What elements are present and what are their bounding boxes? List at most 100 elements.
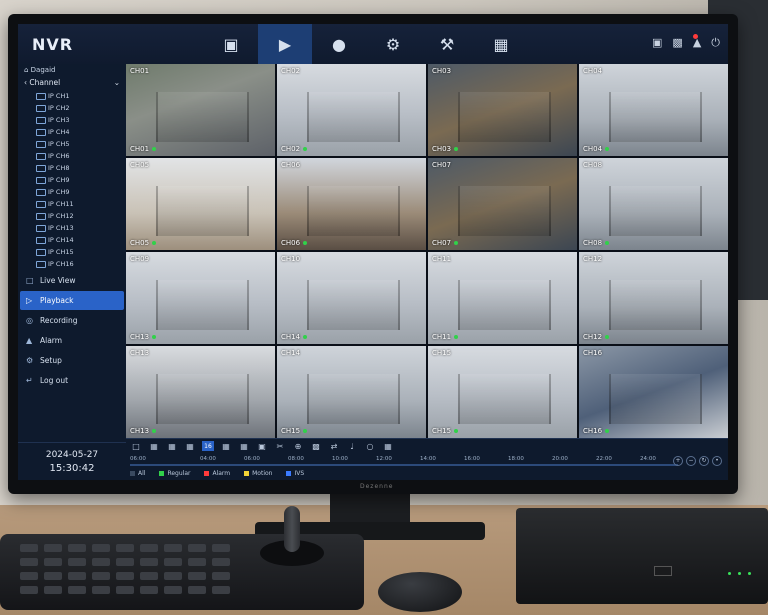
channel-list: IP CH1 IP CH2 IP CH3 IP CH4 IP CH5 IP CH6 IP C… (18, 90, 126, 270)
backup-icon[interactable]: ▩ (310, 441, 322, 451)
channel-label: CH15 (432, 427, 452, 435)
channel-item[interactable]: IP CH5 (18, 138, 126, 150)
camera-tile[interactable]: CH16 CH16 (579, 346, 728, 438)
camera-tile[interactable]: CH08 CH08 (579, 158, 728, 250)
channel-header[interactable]: ‹ Channel ⌄ (18, 76, 126, 90)
screenshot-icon[interactable]: □ (130, 441, 142, 451)
zoom-in-icon[interactable]: + (673, 456, 683, 466)
grid-icon[interactable]: ▦ (238, 441, 250, 451)
camera-tile[interactable]: CH02 CH02 (277, 64, 426, 156)
timeline-track[interactable] (130, 464, 678, 466)
camera-tile[interactable]: CH13 CH13 (126, 346, 275, 438)
snapshot-icon[interactable]: ▩ (672, 36, 682, 50)
legend-item[interactable]: All (130, 470, 145, 477)
channel-name-top: CH06 (281, 161, 301, 169)
camera-tile[interactable]: CH07 CH07 (428, 158, 577, 250)
channel-label: IP CH6 (48, 152, 70, 160)
camera-tile[interactable]: CH15 CH15 (428, 346, 577, 438)
camera-tile[interactable]: CH14 CH15 (277, 346, 426, 438)
channel-item[interactable]: IP CH15 (18, 246, 126, 258)
menu-item-recording[interactable]: ◎ Recording (20, 311, 124, 330)
channel-item[interactable]: IP CH2 (18, 102, 126, 114)
camera-tile[interactable]: CH03 CH03 (428, 64, 577, 156)
layout-16-button[interactable]: 16 (202, 441, 214, 451)
channel-item[interactable]: IP CH11 (18, 198, 126, 210)
channel-item[interactable]: IP CH12 (18, 210, 126, 222)
camera-feed (306, 279, 401, 331)
channel-item[interactable]: IP CH9 (18, 174, 126, 186)
menu-item-live-view[interactable]: □ Live View (20, 271, 124, 290)
gear-icon[interactable]: ⚙ (366, 24, 420, 64)
camera-icon (36, 141, 46, 148)
camera-tile[interactable]: CH09 CH13 (126, 252, 275, 344)
timeline-tick-label: 22:00 (596, 456, 612, 462)
channel-label: IP CH8 (48, 164, 70, 172)
bell-icon[interactable]: ▲ (693, 34, 701, 50)
channel-item[interactable]: IP CH6 (18, 150, 126, 162)
playback-icon[interactable]: ▶ (258, 24, 312, 66)
camera-tile[interactable]: CH10 CH14 (277, 252, 426, 344)
channel-item[interactable]: IP CH9 (18, 186, 126, 198)
fisheye-icon[interactable]: ○ (364, 441, 376, 451)
layout-4-icon[interactable]: ▦ (166, 441, 178, 451)
camera-tile[interactable]: CH06 CH06 (277, 158, 426, 250)
online-status-dot (605, 429, 610, 433)
channel-name-top: CH08 (583, 161, 603, 169)
keyboard-key (140, 572, 158, 580)
sidebar-top-item[interactable]: ⌂ Dagaid (18, 64, 126, 76)
channel-name-bottom: CH01 (130, 145, 157, 153)
camera-tile[interactable]: CH11 CH11 (428, 252, 577, 344)
camera-icon[interactable]: ▣ (204, 24, 258, 64)
menu-item-playback[interactable]: ▷ Playback (20, 291, 124, 310)
timeline-tick-label: 10:00 (332, 456, 348, 462)
legend-item[interactable]: Alarm (204, 470, 230, 477)
channel-item[interactable]: IP CH4 (18, 126, 126, 138)
legend-swatch (130, 471, 135, 476)
camera-icon (36, 201, 46, 208)
refresh-icon[interactable]: ↻ (699, 456, 709, 466)
channel-item[interactable]: IP CH13 (18, 222, 126, 234)
menu-item-log-out[interactable]: ↵ Log out (20, 371, 124, 390)
audio-icon[interactable]: ♩ (346, 441, 358, 451)
tag-icon[interactable]: ▦ (382, 441, 394, 451)
channel-item[interactable]: IP CH3 (18, 114, 126, 126)
settings-icon[interactable]: • (712, 456, 722, 466)
channel-item[interactable]: IP CH14 (18, 234, 126, 246)
timeline-tick-label: 06:00 (244, 456, 260, 462)
record-icon[interactable]: ● (312, 24, 366, 64)
legend-item[interactable]: IVS (286, 470, 304, 477)
legend-item[interactable]: Regular (159, 470, 190, 477)
channel-item[interactable]: IP CH8 (18, 162, 126, 174)
sync-icon[interactable]: ⇄ (328, 441, 340, 451)
channel-item[interactable]: IP CH16 (18, 258, 126, 270)
grid-icon[interactable]: ▦ (474, 24, 528, 64)
zoom-out-icon[interactable]: − (686, 456, 696, 466)
camera-feed (155, 279, 250, 331)
zoom-icon[interactable]: ⊕ (292, 441, 304, 451)
layout-9-icon[interactable]: ▦ (184, 441, 196, 451)
camera-tile[interactable]: CH05 CH05 (126, 158, 275, 250)
keyboard-key (20, 544, 38, 552)
camera-icon[interactable]: ▣ (256, 441, 268, 451)
power-icon[interactable]: ⏻ (711, 36, 720, 50)
keyboard-key (116, 586, 134, 594)
timeline-tools: □ ▦ ▦ ▦ 16 ▦ ▦ ▣ ✂ ⊕ ▩ ⇄ ♩ ○ ▦ (130, 441, 394, 451)
camera-tile[interactable]: CH12 CH12 (579, 252, 728, 344)
tools-icon[interactable]: ⚒ (420, 24, 474, 64)
keyboard-key (212, 586, 230, 594)
channel-item[interactable]: IP CH1 (18, 90, 126, 102)
menu-item-alarm[interactable]: ▲ Alarm (20, 331, 124, 350)
channel-label: CH12 (583, 333, 603, 341)
menu-item-setup[interactable]: ⚙ Setup (20, 351, 124, 370)
layout-1-icon[interactable]: ▦ (148, 441, 160, 451)
camera-tile[interactable]: CH01 CH01 (126, 64, 275, 156)
channel-label: CH02 (281, 145, 301, 153)
info-icon[interactable]: ▣ (652, 36, 662, 50)
top-bar: NVR ▣ ▶ ● ⚙ ⚒ ▦ ▣ ▩ ▲ ⏻ (18, 24, 728, 66)
legend-item[interactable]: Motion (244, 470, 272, 477)
channel-name-top: CH16 (583, 349, 603, 357)
timeline-tick-label: 16:00 (464, 456, 480, 462)
camera-tile[interactable]: CH04 CH04 (579, 64, 728, 156)
clip-icon[interactable]: ✂ (274, 441, 286, 451)
layout-25-icon[interactable]: ▦ (220, 441, 232, 451)
